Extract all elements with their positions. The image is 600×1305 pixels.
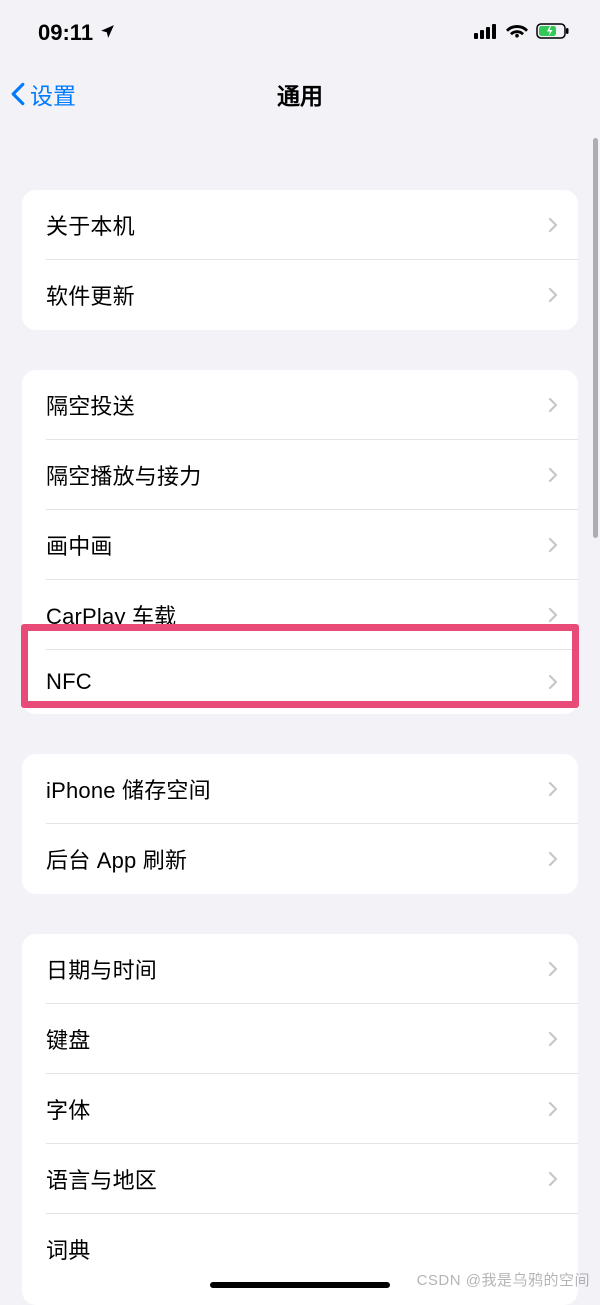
row-label: 软件更新 (46, 279, 135, 311)
row-date-time[interactable]: 日期与时间 (22, 934, 578, 1004)
row-label: 字体 (46, 1093, 90, 1125)
row-label: 键盘 (46, 1023, 90, 1055)
row-label: 日期与时间 (46, 953, 157, 985)
time-label: 09:11 (38, 20, 93, 46)
settings-group-airdrop: 隔空投送 隔空播放与接力 画中画 CarPlay 车载 NFC (22, 370, 578, 714)
row-background-app-refresh[interactable]: 后台 App 刷新 (22, 824, 578, 894)
row-keyboard[interactable]: 键盘 (22, 1004, 578, 1074)
row-fonts[interactable]: 字体 (22, 1074, 578, 1144)
nav-bar: 设置 通用 (0, 60, 600, 134)
row-dictionary[interactable]: 词典 (22, 1214, 578, 1305)
page-title: 通用 (277, 77, 323, 111)
row-picture-in-picture[interactable]: 画中画 (22, 510, 578, 580)
home-indicator[interactable] (210, 1282, 390, 1288)
row-carplay[interactable]: CarPlay 车载 (22, 580, 578, 650)
chevron-right-icon (548, 1101, 558, 1117)
settings-group-about: 关于本机 软件更新 (22, 190, 578, 330)
settings-group-datetime: 日期与时间 键盘 字体 语言与地区 词典 (22, 934, 578, 1305)
chevron-right-icon (548, 217, 558, 233)
row-nfc[interactable]: NFC (22, 650, 578, 714)
location-icon (99, 20, 116, 46)
row-label: 语言与地区 (46, 1163, 157, 1195)
battery-icon (536, 23, 570, 44)
row-label: NFC (46, 669, 92, 695)
chevron-right-icon (548, 1031, 558, 1047)
row-label: 隔空投送 (46, 389, 135, 421)
row-label: 词典 (46, 1233, 90, 1265)
settings-group-storage: iPhone 储存空间 后台 App 刷新 (22, 754, 578, 894)
row-label: 后台 App 刷新 (46, 843, 187, 875)
row-software-update[interactable]: 软件更新 (22, 260, 578, 330)
wifi-icon (506, 23, 528, 44)
row-label: 隔空播放与接力 (46, 459, 201, 491)
status-bar: 09:11 (0, 0, 600, 60)
row-label: iPhone 储存空间 (46, 773, 211, 805)
chevron-right-icon (548, 674, 558, 690)
chevron-right-icon (548, 781, 558, 797)
chevron-right-icon (548, 287, 558, 303)
chevron-right-icon (548, 1171, 558, 1187)
chevron-right-icon (548, 851, 558, 867)
row-language-region[interactable]: 语言与地区 (22, 1144, 578, 1214)
chevron-right-icon (548, 961, 558, 977)
back-label: 设置 (30, 77, 76, 111)
row-iphone-storage[interactable]: iPhone 储存空间 (22, 754, 578, 824)
status-time: 09:11 (38, 20, 116, 46)
chevron-left-icon (10, 82, 26, 106)
row-about[interactable]: 关于本机 (22, 190, 578, 260)
row-label: 画中画 (46, 529, 113, 561)
cellular-icon (474, 23, 498, 44)
back-button[interactable]: 设置 (10, 77, 76, 111)
chevron-right-icon (548, 607, 558, 623)
chevron-right-icon (548, 467, 558, 483)
row-label: CarPlay 车载 (46, 599, 176, 631)
settings-content: 关于本机 软件更新 隔空投送 隔空播放与接力 画中画 CarPlay 车载 NF… (0, 190, 600, 1305)
chevron-right-icon (548, 397, 558, 413)
chevron-right-icon (548, 537, 558, 553)
status-indicators (474, 23, 570, 44)
row-label: 关于本机 (46, 209, 135, 241)
scrollbar[interactable] (593, 138, 598, 538)
row-airdrop[interactable]: 隔空投送 (22, 370, 578, 440)
watermark: CSDN @我是乌鸦的空间 (417, 1269, 590, 1290)
row-airplay-handoff[interactable]: 隔空播放与接力 (22, 440, 578, 510)
